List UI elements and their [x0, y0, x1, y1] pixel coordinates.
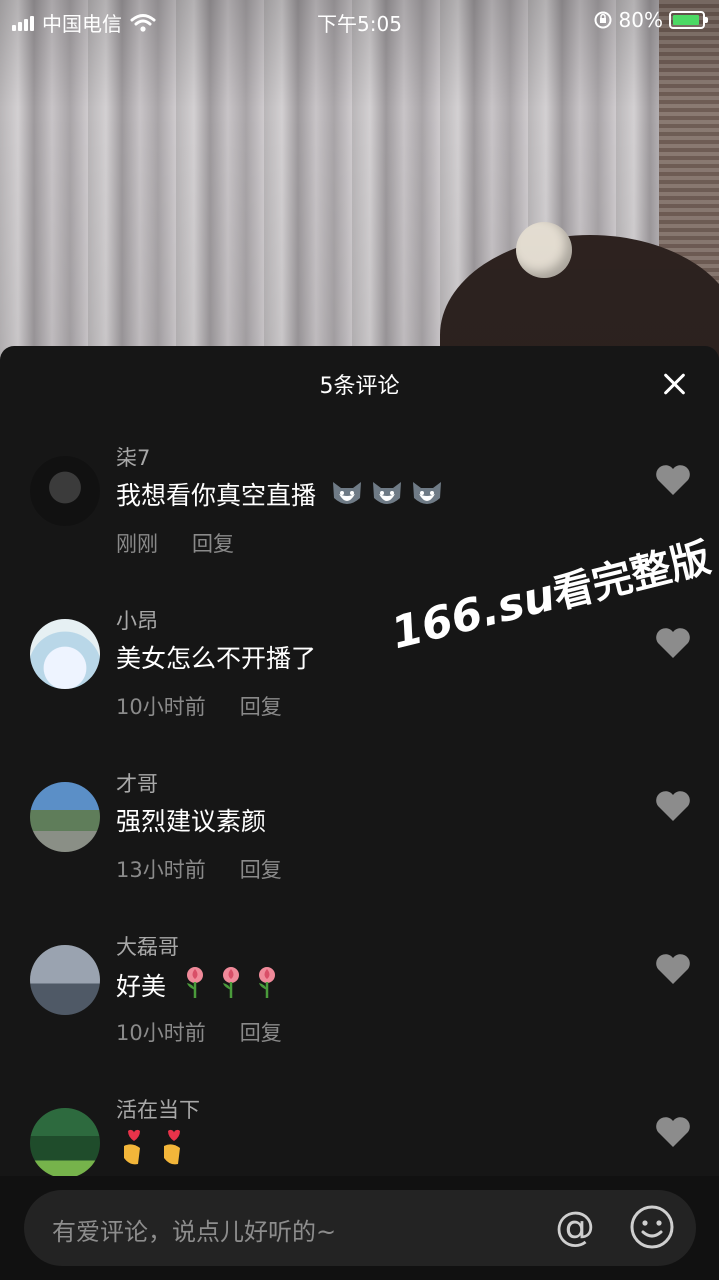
live-video-background: [0, 0, 719, 360]
mention-icon[interactable]: @: [552, 1204, 598, 1250]
avatar[interactable]: [30, 945, 100, 1015]
comment-time: 10小时前: [116, 695, 206, 719]
comment-time: 10小时前: [116, 1021, 206, 1045]
avatar[interactable]: [30, 456, 100, 526]
rose-emoji: [258, 967, 275, 998]
comments-header: 5条评论: [0, 346, 719, 420]
comment-item: 大磊哥 好美 10小时前 回复: [0, 923, 719, 1083]
status-bar: 中国电信 下午5:05 80%: [0, 0, 719, 40]
rose-emoji: [222, 967, 239, 998]
comments-sheet: 5条评论 柒7 我想看你真空直播 刚刚 回复 小昂 美女怎么不开播了 10小时前…: [0, 346, 719, 1280]
comment-text: 强烈建议素颜: [116, 807, 267, 836]
comment-text: 我想看你真空直播: [116, 481, 317, 510]
rotation-lock-icon: [594, 11, 612, 29]
comment-username[interactable]: 柒7: [116, 442, 150, 472]
comment-text: 好美: [116, 972, 167, 1001]
heart-icon[interactable]: [655, 627, 691, 659]
comment-time: 13小时前: [116, 858, 206, 882]
emoji-icon[interactable]: [629, 1204, 675, 1250]
comment-input-bar: 有爱评论，说点儿好听的~ @: [0, 1176, 719, 1280]
avatar[interactable]: [30, 619, 100, 689]
heart-icon[interactable]: [655, 953, 691, 985]
reply-button[interactable]: 回复: [240, 691, 282, 721]
avatar[interactable]: [30, 782, 100, 852]
comment-username[interactable]: 大磊哥: [116, 931, 179, 961]
reply-button[interactable]: 回复: [240, 854, 282, 884]
comment-text: 美女怎么不开播了: [116, 644, 317, 673]
heart-icon[interactable]: [655, 1116, 691, 1148]
husky-emoji: [412, 482, 441, 504]
comment-item: 活在当下: [0, 1086, 719, 1176]
battery-percent: 80%: [618, 8, 663, 32]
comment-item: 才哥 强烈建议素颜 13小时前 回复: [0, 760, 719, 920]
husky-emoji: [332, 482, 361, 504]
avatar[interactable]: [30, 1108, 100, 1176]
rose-emoji: [186, 967, 203, 998]
husky-emoji: [372, 482, 401, 504]
comment-username[interactable]: 小昂: [116, 605, 158, 635]
comment-item: 小昂 美女怎么不开播了 10小时前 回复: [0, 597, 719, 757]
battery-icon: [669, 11, 708, 29]
heart-icon[interactable]: [655, 790, 691, 822]
comment-input[interactable]: 有爱评论，说点儿好听的~ @: [24, 1190, 696, 1266]
heart-icon[interactable]: [655, 464, 691, 496]
comment-input-placeholder: 有爱评论，说点儿好听的~: [52, 1218, 337, 1246]
comment-time: 刚刚: [116, 532, 158, 556]
comment-username[interactable]: 活在当下: [116, 1094, 200, 1124]
heart-hands-emoji: [124, 1129, 140, 1165]
comment-username[interactable]: 才哥: [116, 768, 158, 798]
close-icon[interactable]: [661, 370, 689, 398]
comments-title: 5条评论: [319, 374, 400, 399]
heart-hands-emoji: [164, 1129, 180, 1165]
reply-button[interactable]: 回复: [240, 1017, 282, 1047]
reply-button[interactable]: 回复: [192, 528, 234, 558]
